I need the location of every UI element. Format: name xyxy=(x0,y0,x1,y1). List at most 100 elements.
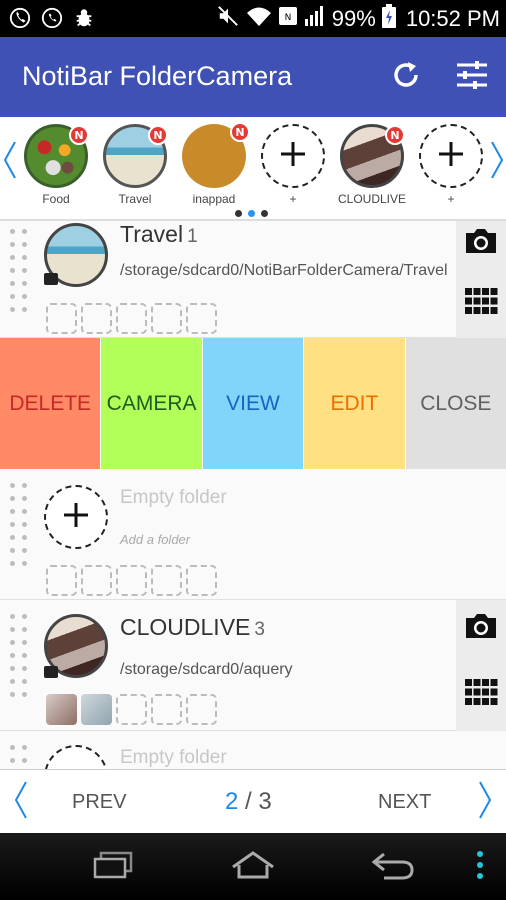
thumbnail-placeholder xyxy=(81,303,112,334)
carousel-item-label: Travel xyxy=(118,192,152,206)
home-button[interactable] xyxy=(228,849,278,885)
prev-button[interactable]: PREV xyxy=(72,791,126,814)
settings-sliders-icon xyxy=(455,59,489,96)
row-side-panel xyxy=(456,221,506,338)
prev-arrow-button[interactable] xyxy=(12,780,30,825)
thumbnail[interactable] xyxy=(46,694,77,725)
plus-icon xyxy=(61,500,91,535)
phone-icon xyxy=(8,6,32,30)
chevron-right-icon xyxy=(490,140,504,185)
app-bar: NotiBar FolderCamera xyxy=(0,37,506,117)
carousel-item-label: inappad xyxy=(192,192,236,206)
thumbnail-strip xyxy=(46,303,217,334)
mute-icon xyxy=(216,5,240,33)
system-nav-bar xyxy=(0,833,506,900)
page-dot xyxy=(261,210,268,217)
thumbnail-placeholder xyxy=(116,694,147,725)
row-side-panel xyxy=(456,600,506,731)
grid-icon xyxy=(464,678,498,711)
row-action-strip: DELETE CAMERA VIEW EDIT CLOSE xyxy=(0,338,506,469)
new-badge: N xyxy=(69,125,89,145)
edit-button[interactable]: EDIT xyxy=(304,338,406,469)
drag-handle[interactable] xyxy=(10,614,30,697)
clock: 10:52 PM xyxy=(405,6,500,31)
folder-carousel: N Food N Travel N inappad + N CLOUDLIVE xyxy=(0,117,506,221)
carousel-item-label: + xyxy=(289,192,297,206)
total-pages: 3 xyxy=(258,788,272,815)
battery-percent: 99% xyxy=(331,6,376,31)
thumbnail-placeholder xyxy=(186,303,217,334)
folder-count: 3 xyxy=(254,619,265,640)
chevron-left-icon xyxy=(3,140,17,185)
new-badge: N xyxy=(385,125,405,145)
home-icon xyxy=(229,849,277,886)
add-folder-button[interactable] xyxy=(44,485,108,549)
battery-icon xyxy=(381,4,396,34)
svg-text:N: N xyxy=(284,13,291,23)
camera-small-icon xyxy=(44,273,58,285)
grid-icon xyxy=(464,287,498,320)
thumbnail[interactable] xyxy=(81,694,112,725)
carousel-item-inappad[interactable]: N inappad xyxy=(179,122,250,216)
nfc-icon: N xyxy=(278,5,298,33)
recent-apps-button[interactable] xyxy=(88,849,138,885)
thumbnail-placeholder xyxy=(46,303,77,334)
folder-row-empty[interactable]: Empty folder Add a folder xyxy=(0,469,506,600)
folder-row-travel[interactable]: Travel 1 /storage/sdcard0/NotiBarFolderCa… xyxy=(0,221,506,338)
avatar: N xyxy=(340,124,405,188)
folder-row-empty[interactable]: Empty folder xyxy=(0,731,506,769)
thumbnail-placeholder xyxy=(46,565,77,596)
next-button[interactable]: NEXT xyxy=(378,791,431,814)
new-badge: N xyxy=(148,125,168,145)
carousel-item-cloudlive[interactable]: N CLOUDLIVE xyxy=(337,124,407,216)
view-button[interactable]: VIEW xyxy=(202,338,305,469)
next-arrow-button[interactable] xyxy=(476,780,494,825)
delete-button[interactable]: DELETE xyxy=(0,338,102,469)
drag-handle[interactable] xyxy=(10,229,30,312)
page-dot xyxy=(235,210,242,217)
folder-count: 1 xyxy=(187,226,198,247)
back-button[interactable] xyxy=(368,849,418,885)
grid-view-button[interactable] xyxy=(461,283,501,323)
chevron-right-icon xyxy=(478,780,492,825)
settings-button[interactable] xyxy=(452,57,492,97)
close-button[interactable]: CLOSE xyxy=(405,338,506,469)
add-folder-button[interactable] xyxy=(44,745,108,769)
folder-path: /storage/sdcard0/aquery xyxy=(120,661,293,678)
plus-icon xyxy=(278,139,308,174)
camera-icon xyxy=(464,612,498,645)
refresh-button[interactable] xyxy=(386,57,426,97)
folder-path: /storage/sdcard0/NotiBarFolderCamera/Tra… xyxy=(120,262,448,279)
current-page: 2 xyxy=(225,788,239,815)
drag-handle[interactable] xyxy=(10,745,30,763)
overflow-menu-button[interactable] xyxy=(460,849,500,885)
carousel-item-travel[interactable]: N Travel xyxy=(100,124,170,216)
carousel-add-button[interactable]: + xyxy=(416,124,486,216)
recent-apps-icon xyxy=(91,850,135,885)
empty-folder-title: Empty folder xyxy=(120,487,227,508)
avatar: N xyxy=(24,124,89,188)
thumbnail-placeholder xyxy=(81,565,112,596)
camera-button[interactable] xyxy=(461,223,501,263)
carousel-prev-button[interactable] xyxy=(2,139,18,185)
carousel-next-button[interactable] xyxy=(489,139,505,185)
folder-title: CLOUDLIVE 3 xyxy=(120,614,265,640)
add-folder-hint: Add a folder xyxy=(120,532,191,547)
thumbnail-placeholder xyxy=(186,565,217,596)
camera-button[interactable] xyxy=(461,608,501,648)
carousel-add-button[interactable]: + xyxy=(258,124,328,216)
signal-icon xyxy=(304,5,326,33)
thumbnail-placeholder xyxy=(151,565,182,596)
thumbnail-placeholder xyxy=(186,694,217,725)
page-counter: 2 / 3 xyxy=(225,788,272,815)
thumbnail-strip xyxy=(46,694,217,725)
drag-handle[interactable] xyxy=(10,483,30,566)
folder-row-cloudlive[interactable]: CLOUDLIVE 3 /storage/sdcard0/aquery xyxy=(0,600,506,731)
carousel-item-food[interactable]: N Food xyxy=(21,124,91,216)
whatsapp-icon xyxy=(40,6,64,30)
camera-action-button[interactable]: CAMERA xyxy=(101,338,203,469)
avatar xyxy=(419,124,483,188)
avatar: N xyxy=(103,124,168,188)
grid-view-button[interactable] xyxy=(461,674,501,714)
chevron-left-icon xyxy=(14,780,28,825)
